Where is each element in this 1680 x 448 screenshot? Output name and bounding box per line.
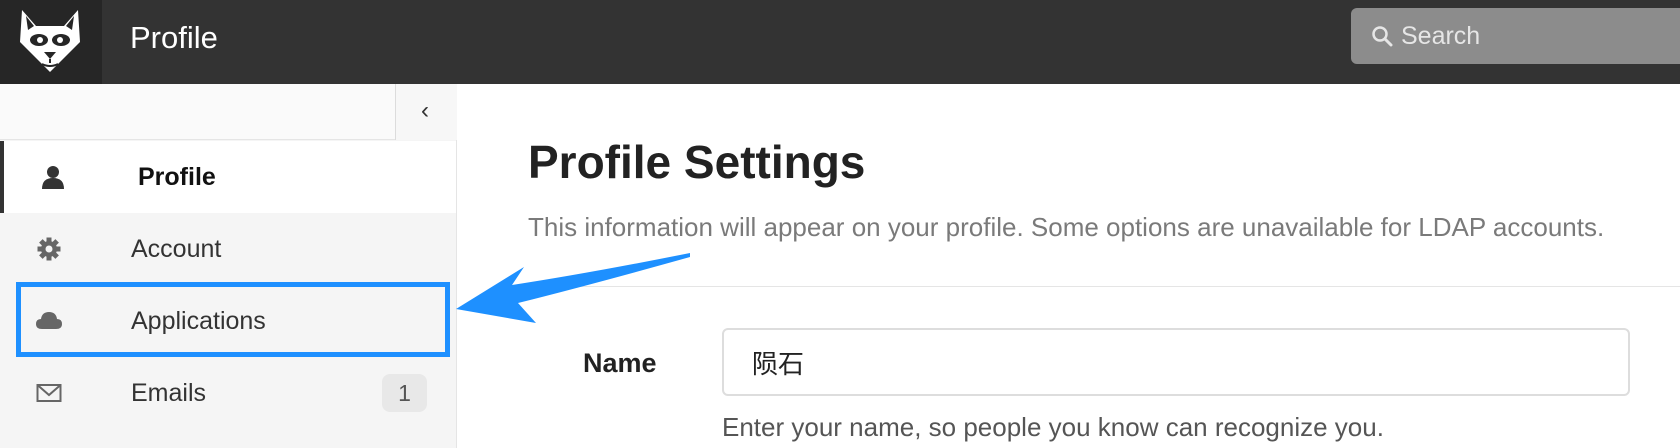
sidebar-item-label: Account — [131, 235, 222, 263]
user-icon — [42, 166, 64, 189]
sidebar-collapse-row: ‹ — [0, 84, 457, 140]
sidebar: ‹ Profile Account Applications Emails 1 — [0, 84, 457, 448]
search-input[interactable] — [1401, 16, 1671, 56]
sidebar-item-account[interactable]: Account — [0, 213, 456, 285]
sidebar-item-label: Profile — [138, 163, 216, 191]
chevron-left-icon: ‹ — [421, 97, 429, 124]
annotation-highlight-box — [16, 282, 450, 357]
app-window: Profile ‹ Profile — [0, 0, 1680, 448]
header-title: Profile — [130, 20, 218, 55]
page-subtitle: This information will appear on your pro… — [528, 212, 1605, 242]
search-icon — [1372, 26, 1393, 47]
name-help-text: Enter your name, so people you know can … — [722, 412, 1384, 442]
name-label: Name — [583, 348, 657, 378]
section-divider — [528, 286, 1680, 287]
annotation-arrow-icon — [456, 253, 690, 323]
collapse-sidebar-button[interactable]: ‹ — [395, 84, 457, 140]
sidebar-item-label: Emails — [131, 379, 207, 407]
email-count-badge: 1 — [382, 374, 427, 412]
page-title: Profile Settings — [528, 136, 866, 188]
envelope-icon — [36, 384, 62, 402]
sidebar-item-profile[interactable]: Profile — [0, 141, 456, 213]
name-input[interactable] — [722, 328, 1630, 396]
logo-link[interactable] — [0, 0, 102, 84]
gear-icon — [37, 237, 61, 261]
top-navbar: Profile — [0, 0, 1680, 84]
gitlab-cat-logo-icon — [20, 10, 80, 72]
sidebar-item-emails[interactable]: Emails 1 — [0, 357, 456, 429]
search-box[interactable] — [1351, 8, 1680, 64]
